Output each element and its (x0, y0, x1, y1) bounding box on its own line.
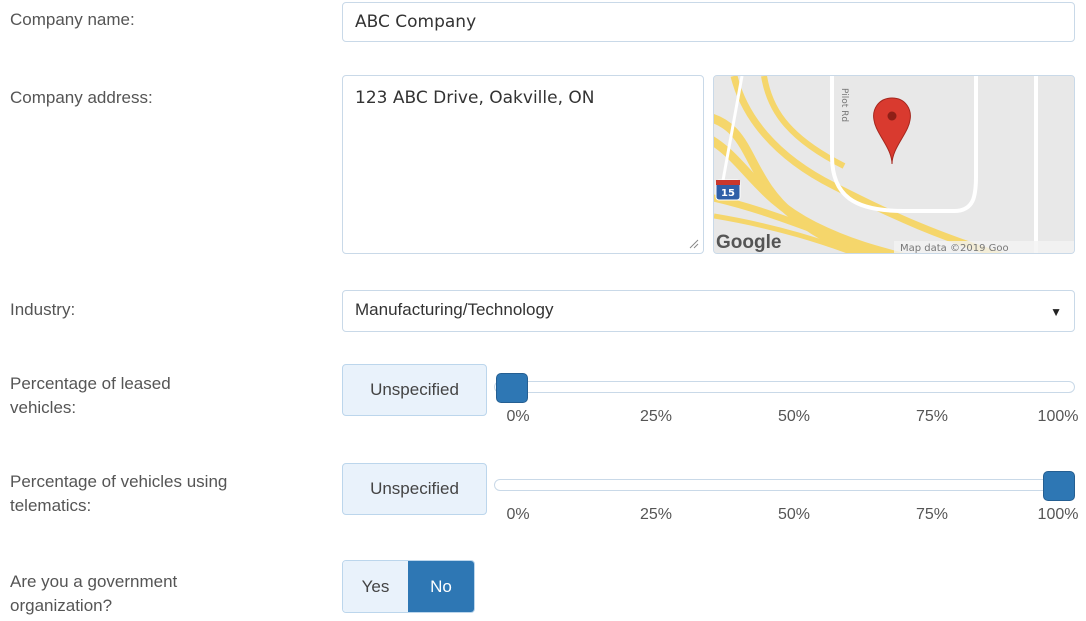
tick-label: 100% (1037, 506, 1079, 523)
industry-label: Industry: (10, 300, 76, 319)
tick-label: 50% (777, 506, 811, 523)
telematics-slider-handle[interactable] (1043, 471, 1075, 501)
route-shield-icon: 15 (715, 179, 741, 201)
tick-label: 25% (639, 408, 673, 425)
government-label-line2: organization? (10, 596, 113, 615)
government-label: Are you a government organization? (10, 570, 177, 618)
tick-label: 0% (506, 506, 530, 523)
resize-grip-icon[interactable] (687, 237, 699, 249)
government-no-button[interactable]: No (408, 561, 474, 612)
route-shield-number: 15 (721, 188, 735, 199)
tick-label: 75% (915, 408, 949, 425)
government-toggle[interactable]: Yes No (342, 560, 475, 613)
map-preview[interactable]: Pilot Rd 15 Google Map data ©2019 Goo (713, 75, 1075, 254)
industry-selected-value: Manufacturing/Technology (355, 300, 554, 319)
leased-vehicles-label-line1: Percentage of leased (10, 374, 171, 393)
government-yes-button[interactable]: Yes (343, 561, 408, 612)
telematics-slider-track[interactable] (494, 479, 1075, 491)
telematics-unspecified-button[interactable]: Unspecified (342, 463, 487, 515)
dropdown-arrow-icon: ▼ (1050, 305, 1062, 319)
leased-vehicles-slider-handle[interactable] (496, 373, 528, 403)
leased-vehicles-label: Percentage of leased vehicles: (10, 372, 171, 420)
map-attribution: Map data ©2019 Goo (900, 243, 1009, 253)
government-label-line1: Are you a government (10, 572, 178, 591)
company-name-input[interactable]: ABC Company (342, 2, 1075, 42)
leased-vehicles-slider-track[interactable] (494, 381, 1075, 393)
leased-vehicles-label-line2: vehicles: (10, 398, 77, 417)
telematics-label-line1: Percentage of vehicles using (10, 472, 228, 491)
google-logo: Google (716, 232, 781, 253)
map-road-label: Pilot Rd (839, 88, 849, 122)
company-address-label: Company address: (10, 88, 153, 107)
company-address-value: 123 ABC Drive, Oakville, ON (355, 88, 595, 108)
company-name-label: Company name: (10, 10, 135, 29)
company-address-textarea[interactable]: 123 ABC Drive, Oakville, ON (342, 75, 704, 254)
leased-vehicles-unspecified-button[interactable]: Unspecified (342, 364, 487, 416)
tick-label: 25% (639, 506, 673, 523)
industry-select[interactable]: Manufacturing/Technology ▼ (342, 290, 1075, 332)
telematics-label: Percentage of vehicles using telematics: (10, 470, 227, 518)
tick-label: 75% (915, 506, 949, 523)
tick-label: 0% (506, 408, 530, 425)
tick-label: 100% (1037, 408, 1079, 425)
telematics-label-line2: telematics: (10, 496, 92, 515)
tick-label: 50% (777, 408, 811, 425)
